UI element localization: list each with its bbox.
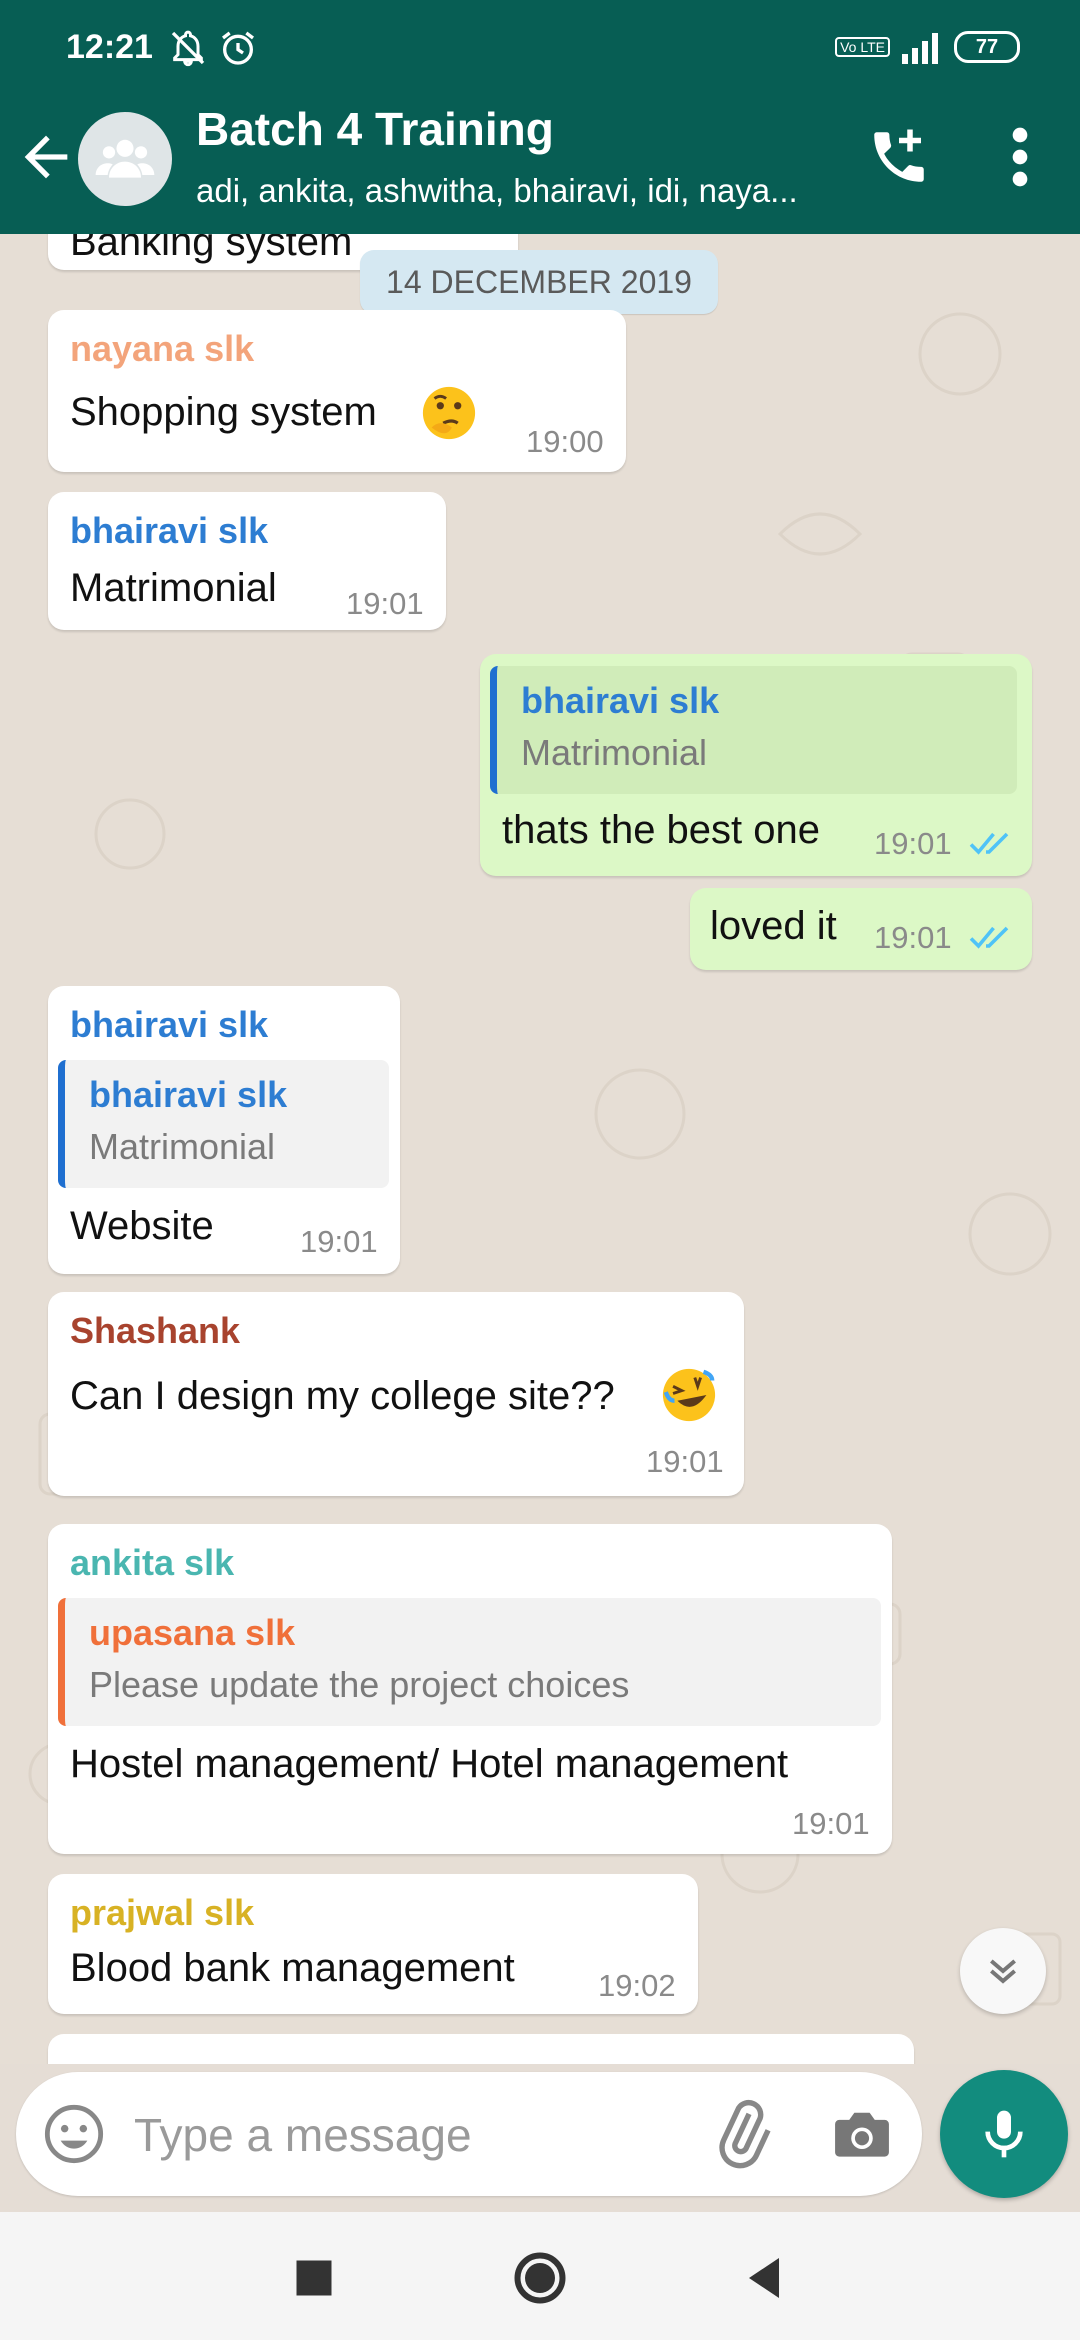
quoted-message[interactable]: upasana slk Please update the project ch… — [58, 1598, 881, 1726]
message-text: Blood bank management — [70, 1946, 515, 1990]
sender-name: bhairavi slk — [70, 510, 269, 551]
message-bubble[interactable]: nayana slk Shopping system 19:00 — [48, 310, 626, 472]
message-time: 19:00 — [526, 424, 604, 459]
quoted-sender: upasana slk — [89, 1612, 296, 1653]
quoted-text: Matrimonial — [521, 732, 708, 773]
message-bubble[interactable]: Shashank Can I design my college site?? … — [48, 1292, 744, 1496]
chat-participants[interactable]: adi, ankita, ashwitha, bhairavi, idi, na… — [196, 172, 846, 210]
message-time: 19:01 — [646, 1444, 724, 1479]
sender-name: nayana slk — [70, 328, 255, 369]
double-chevron-down-icon — [990, 1959, 1016, 1984]
quoted-sender: bhairavi slk — [89, 1074, 288, 1115]
emoji-icon[interactable] — [42, 2102, 106, 2166]
message-text: Can I design my college site?? — [70, 1374, 615, 1418]
status-bar: 12:21 Vo LTE 77 — [0, 0, 1080, 80]
alarm-icon — [222, 31, 255, 65]
attach-icon[interactable] — [706, 2098, 778, 2170]
status-left-icons — [168, 28, 258, 73]
message-bubble[interactable]: prajwal slk Blood bank management 19:02 — [48, 1874, 698, 2014]
status-time: 12:21 — [66, 28, 153, 66]
message-text: Matrimonial — [70, 566, 277, 610]
outgoing-message-bubble[interactable]: bhairavi slk Matrimonial thats the best … — [480, 654, 1032, 876]
message-bubble[interactable]: bhairavi slk bhairavi slk Matrimonial We… — [48, 986, 400, 1274]
message-time: 19:02 — [598, 1968, 676, 2003]
read-ticks-icon — [969, 832, 1009, 855]
chat-area[interactable]: Banking system 14 DECEMBER 2019 nayana s… — [0, 234, 1080, 2064]
message-time: 19:01 — [874, 920, 952, 955]
back-arrow-icon[interactable] — [14, 125, 78, 189]
back-triangle-icon[interactable] — [734, 2248, 794, 2308]
message-time: 19:01 — [300, 1224, 378, 1259]
message-text: thats the best one — [502, 808, 821, 852]
message-bubble[interactable]: ankita slk upasana slk Please update the… — [48, 1524, 892, 1854]
group-avatar[interactable] — [78, 112, 172, 206]
more-options-icon[interactable] — [1000, 124, 1040, 190]
quoted-sender: bhairavi slk — [521, 680, 720, 721]
sender-name: Shashank — [70, 1310, 241, 1351]
sender-name: bhairavi slk — [70, 1004, 269, 1045]
message-text: Shopping system — [70, 390, 377, 434]
message-composer — [16, 2072, 922, 2196]
battery-icon: 77 — [954, 31, 1020, 63]
chat-header: Batch 4 Training adi, ankita, ashwitha, … — [0, 80, 1080, 234]
group-icon — [95, 139, 155, 178]
system-navigation-bar — [0, 2212, 1080, 2340]
quoted-message[interactable]: bhairavi slk Matrimonial — [58, 1060, 389, 1188]
status-right-icons: Vo LTE 77 — [835, 30, 1020, 64]
message-time: 19:01 — [346, 586, 424, 621]
thinking-face-emoji-icon — [422, 386, 476, 440]
outgoing-message-bubble[interactable]: loved it 19:01 — [690, 888, 1032, 970]
rolling-laughing-emoji-icon — [662, 1368, 716, 1422]
muted-bell-icon — [171, 30, 205, 67]
read-ticks-icon — [969, 926, 1009, 949]
quoted-message[interactable]: bhairavi slk Matrimonial — [490, 666, 1017, 794]
message-time: 19:01 — [792, 1806, 870, 1841]
message-bubble-partial[interactable] — [48, 2034, 914, 2064]
sender-name: ankita slk — [70, 1542, 235, 1583]
date-separator: 14 DECEMBER 2019 — [360, 250, 718, 314]
microphone-icon — [985, 2110, 1023, 2158]
camera-icon[interactable] — [828, 2100, 896, 2168]
signal-icon — [902, 33, 938, 64]
sender-name: prajwal slk — [70, 1892, 255, 1933]
volte-badge: Vo LTE — [835, 37, 890, 57]
message-text: Banking system — [70, 234, 353, 264]
quoted-text: Matrimonial — [89, 1126, 276, 1167]
message-input[interactable] — [132, 2094, 696, 2176]
quoted-text: Please update the project choices — [89, 1664, 630, 1705]
message-time: 19:01 — [874, 826, 952, 861]
message-text: Website — [70, 1204, 214, 1248]
scroll-to-bottom-button[interactable] — [960, 1928, 1046, 2014]
voice-record-button[interactable] — [940, 2070, 1068, 2198]
add-call-icon[interactable] — [866, 124, 932, 190]
home-circle-icon[interactable] — [510, 2248, 570, 2308]
message-text: Hostel management/ Hotel management — [70, 1742, 789, 1786]
message-bubble[interactable]: bhairavi slk Matrimonial 19:01 — [48, 492, 446, 630]
chat-title[interactable]: Batch 4 Training — [196, 102, 554, 156]
message-text: loved it — [710, 904, 837, 948]
recents-square-icon[interactable] — [284, 2248, 344, 2308]
